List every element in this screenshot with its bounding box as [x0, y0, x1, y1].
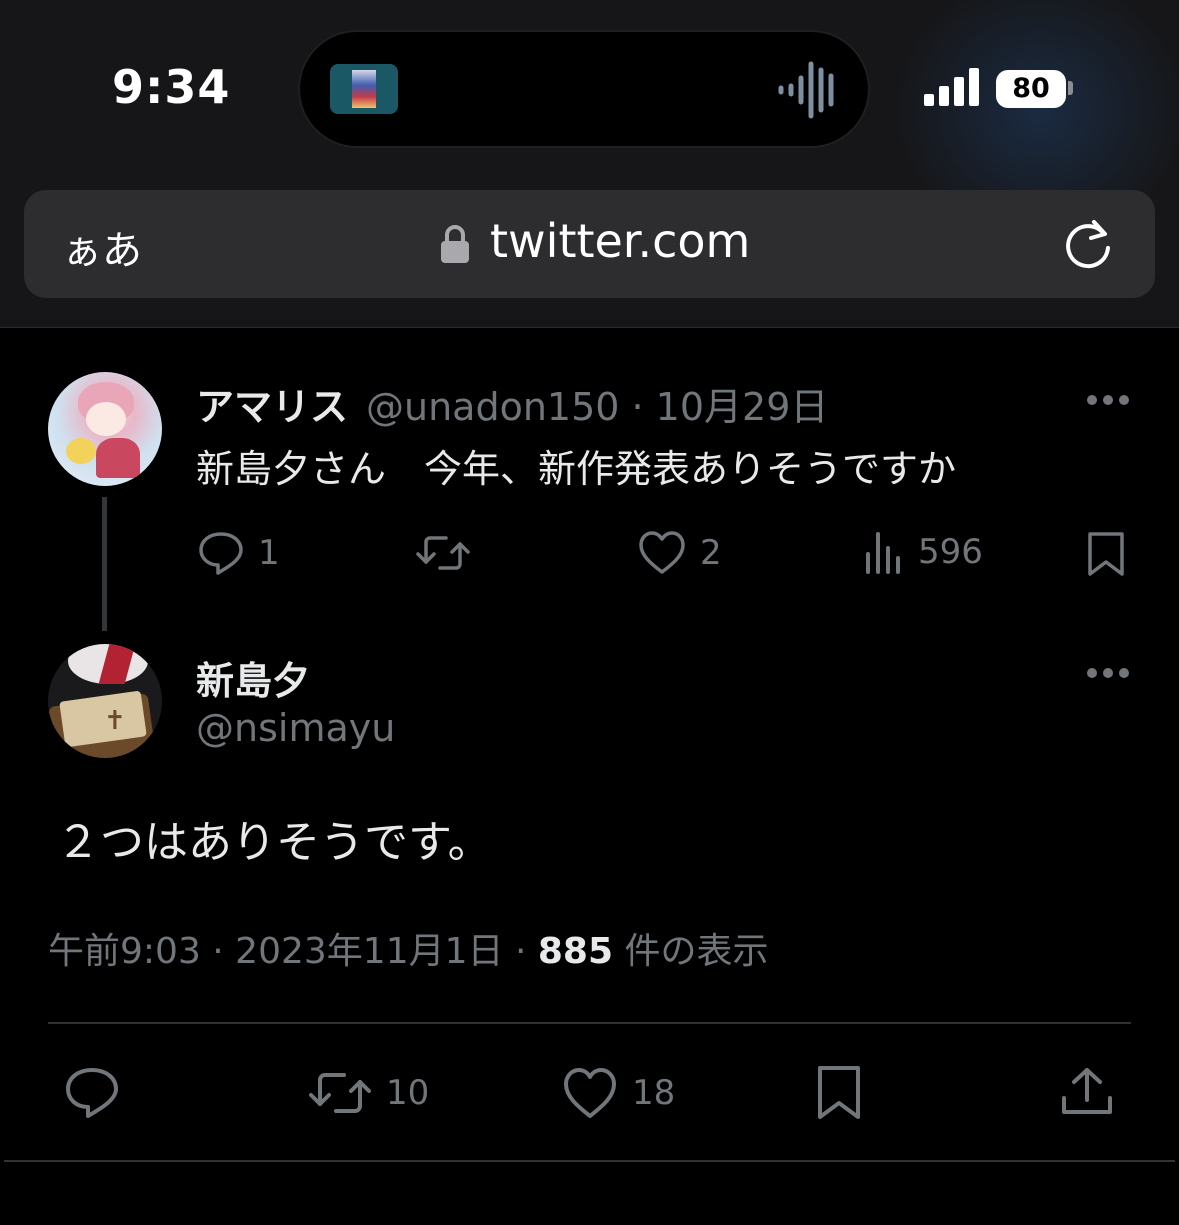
- cellular-signal-icon: [924, 68, 979, 106]
- thread-connector: [102, 497, 107, 631]
- retweet-button[interactable]: 10: [308, 1068, 429, 1118]
- analytics-icon: [866, 532, 900, 574]
- like-button[interactable]: 2: [638, 530, 722, 576]
- retweet-icon: [309, 1073, 371, 1113]
- view-label: 件の表示: [613, 931, 769, 972]
- handle[interactable]: @nsimayu: [196, 706, 395, 750]
- view-count[interactable]: 885: [538, 931, 613, 972]
- bookmark-icon[interactable]: [816, 1064, 862, 1122]
- audio-waveform-icon: [778, 61, 834, 119]
- like-count: 2: [700, 533, 722, 573]
- reload-icon[interactable]: [1064, 218, 1116, 270]
- display-name[interactable]: 新島夕: [196, 650, 310, 705]
- tweet-text: ２つはありそうです。: [56, 817, 492, 868]
- battery-tip: [1068, 81, 1073, 95]
- retweet-button[interactable]: [416, 532, 484, 574]
- battery-icon: 80: [996, 70, 1066, 108]
- view-count: 596: [918, 532, 983, 572]
- reply-icon: [66, 1068, 118, 1118]
- browser-chrome: 9:34 80 ぁあ twitter.com: [0, 0, 1179, 328]
- divider: [48, 1022, 1131, 1024]
- reply-button[interactable]: 1: [198, 530, 280, 576]
- reply-count: 1: [258, 533, 280, 573]
- timestamp-text: 午前9:03 · 2023年11月1日 ·: [48, 931, 538, 972]
- bookmark-icon[interactable]: [1086, 530, 1126, 578]
- heart-icon: [564, 1068, 616, 1118]
- url-text[interactable]: twitter.com: [490, 214, 750, 268]
- display-name[interactable]: アマリス: [196, 376, 348, 431]
- retweet-count: 10: [386, 1073, 430, 1113]
- reply-icon: [199, 532, 243, 575]
- status-time: 9:34: [112, 60, 231, 114]
- more-options-icon[interactable]: [1086, 394, 1130, 406]
- like-button[interactable]: 18: [562, 1066, 675, 1120]
- handle-and-date[interactable]: @unadon150 · 10月29日: [366, 376, 828, 431]
- tweet-text: 新島夕さん 今年、新作発表ありそうですか: [196, 447, 957, 491]
- more-options-icon[interactable]: [1086, 667, 1130, 679]
- like-count: 18: [632, 1073, 676, 1113]
- text-size-button[interactable]: ぁあ: [62, 218, 142, 276]
- tweet-timestamp: 午前9:03 · 2023年11月1日 · 885 件の表示: [48, 922, 768, 974]
- dynamic-island[interactable]: [298, 30, 870, 148]
- heart-icon: [639, 531, 685, 574]
- divider: [4, 1160, 1175, 1162]
- lock-icon: [441, 225, 469, 263]
- reply-button[interactable]: [64, 1066, 120, 1120]
- avatar[interactable]: ✝: [48, 644, 162, 758]
- now-playing-album-icon[interactable]: [330, 64, 398, 114]
- avatar[interactable]: [48, 372, 162, 486]
- share-icon[interactable]: [1060, 1066, 1114, 1118]
- address-bar[interactable]: ぁあ twitter.com: [24, 190, 1155, 298]
- views-button[interactable]: 596: [864, 530, 983, 574]
- retweet-icon: [416, 536, 470, 570]
